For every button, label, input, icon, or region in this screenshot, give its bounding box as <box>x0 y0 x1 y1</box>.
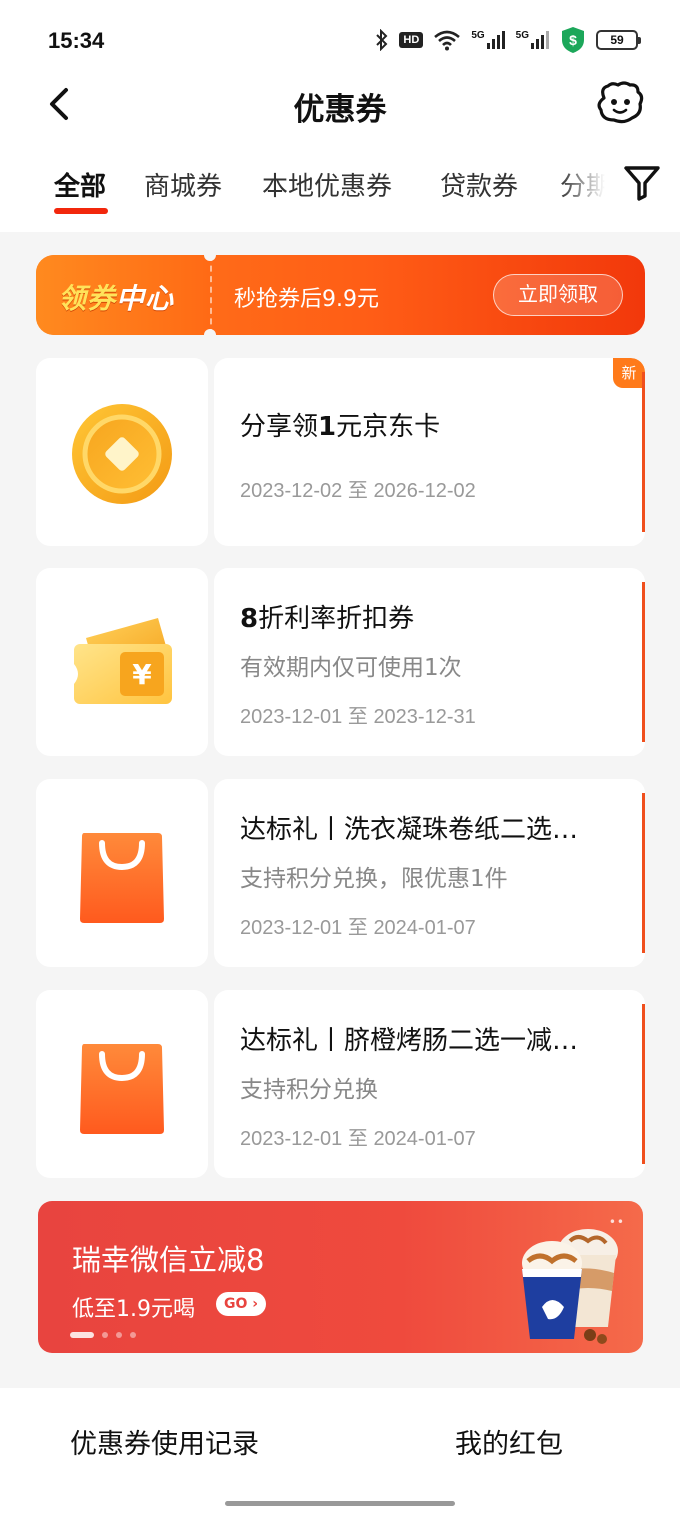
promo-banner[interactable]: 瑞幸微信立减8 低至1.9元喝 GO › •• <box>38 1201 643 1353</box>
coupon-icon-area: ¥ <box>36 568 208 756</box>
coupon-title: 分享领1元京东卡 <box>240 406 624 443</box>
coupon-card[interactable]: 分享领1元京东卡 2023-12-02 至 2026-12-02 新 <box>36 358 645 546</box>
date-end: 2026-12-02 <box>373 480 476 502</box>
signal-5g-icon: 5G <box>471 30 505 50</box>
coupon-center-subtitle: 秒抢券后9.9元 <box>234 287 379 312</box>
coupon-title: 达标礼丨脐橙烤肠二选一减… <box>240 1020 624 1057</box>
coupon-usage-history-link[interactable]: 优惠券使用记录 <box>70 1422 259 1461</box>
date-separator: 至 <box>347 1126 368 1150</box>
tab-mall[interactable]: 商城券 <box>144 166 222 203</box>
shopping-bag-icon <box>80 833 164 923</box>
coupon-title: 8折利率折扣券 <box>240 598 624 635</box>
date-start: 2023-12-02 <box>240 480 343 502</box>
coupon-center-title: 领券中心 <box>58 277 174 317</box>
tab-active-indicator <box>54 208 108 214</box>
date-separator: 至 <box>347 915 368 939</box>
coupon-title-prefix: 达标礼丨洗衣凝珠卷纸二选… <box>240 815 579 845</box>
home-indicator[interactable] <box>225 1501 455 1506</box>
network-label-2: 5G <box>515 30 529 41</box>
security-shield-icon: $ <box>562 27 584 53</box>
date-start: 2023-12-01 <box>240 706 343 728</box>
coupon-tabs: 全部 商城券 本地优惠券 贷款券 分期 <box>0 158 605 222</box>
coupon-title: 达标礼丨洗衣凝珠卷纸二选… <box>240 809 624 846</box>
customer-service-icon[interactable] <box>594 80 646 126</box>
tab-all[interactable]: 全部 <box>54 166 106 203</box>
shopping-bag-icon <box>80 1044 164 1134</box>
coupon-center-title-part1: 领券 <box>58 282 117 315</box>
coupon-center-banner[interactable]: 领券中心 秒抢券后9.9元 立即领取 <box>36 255 645 335</box>
svg-text:¥: ¥ <box>132 658 152 691</box>
coupon-title-suffix: 折利率折扣券 <box>258 604 415 634</box>
coupon-title-bold: 8 <box>240 604 259 634</box>
banner-notch-bottom <box>204 329 216 335</box>
status-time: 15:34 <box>48 28 105 53</box>
wifi-icon <box>434 30 461 51</box>
coupon-card[interactable]: 达标礼丨洗衣凝珠卷纸二选… 支持积分兑换，限优惠1件 2023-12-01 至 … <box>36 779 645 967</box>
carousel-dot <box>116 1332 122 1338</box>
my-red-packets-link[interactable]: 我的红包 <box>455 1422 563 1461</box>
coupon-validity: 2023-12-01 至 2024-01-07 <box>240 911 476 940</box>
carousel-dot <box>102 1332 108 1338</box>
nav-header: 优惠券 <box>0 70 680 140</box>
tab-loan[interactable]: 贷款券 <box>440 166 518 203</box>
coupon-info: 达标礼丨脐橙烤肠二选一减… 支持积分兑换 2023-12-01 至 2024-0… <box>214 990 645 1178</box>
date-separator: 至 <box>347 704 368 728</box>
coupon-description: 有效期内仅可使用1次 <box>240 655 462 681</box>
coupon-title-prefix: 分享领 <box>240 412 319 442</box>
date-start: 2023-12-01 <box>240 1128 343 1150</box>
carousel-dot <box>130 1332 136 1338</box>
coupon-description: 支持积分兑换，限优惠1件 <box>240 866 508 892</box>
svg-text:$: $ <box>569 32 577 48</box>
tab-local[interactable]: 本地优惠券 <box>262 166 392 203</box>
status-bar: 15:34 HD 5G 5G $ 59 <box>0 0 680 80</box>
date-separator: 至 <box>347 478 368 502</box>
coupon-info: 8折利率折扣券 有效期内仅可使用1次 2023-12-01 至 2023-12-… <box>214 568 645 756</box>
coupon-validity: 2023-12-01 至 2024-01-07 <box>240 1122 476 1151</box>
claim-now-button[interactable]: 立即领取 <box>493 274 623 316</box>
promo-go-button[interactable]: GO › <box>216 1292 267 1316</box>
coupon-icon-area <box>36 779 208 967</box>
coupon-validity: 2023-12-02 至 2026-12-02 <box>240 474 476 503</box>
coupon-card[interactable]: ¥ 8折利率折扣券 有效期内仅可使用1次 2023-12-01 至 2023-1… <box>36 568 645 756</box>
coupon-info: 达标礼丨洗衣凝珠卷纸二选… 支持积分兑换，限优惠1件 2023-12-01 至 … <box>214 779 645 967</box>
battery-indicator: 59 <box>596 30 641 50</box>
signal-5g-icon-2: 5G <box>516 30 550 50</box>
coupon-center-label-area: 领券中心 <box>36 255 210 335</box>
coupon-card[interactable]: 达标礼丨脐橙烤肠二选一减… 支持积分兑换 2023-12-01 至 2024-0… <box>36 990 645 1178</box>
bluetooth-icon <box>376 29 388 51</box>
date-start: 2023-12-01 <box>240 917 343 939</box>
carousel-dots <box>70 1332 136 1338</box>
carousel-dot-active <box>70 1332 94 1338</box>
date-end: 2024-01-07 <box>373 1128 476 1150</box>
hd-badge: HD <box>399 32 424 48</box>
date-end: 2023-12-31 <box>373 706 476 728</box>
filter-icon[interactable] <box>620 160 664 204</box>
page-title: 优惠券 <box>293 92 387 128</box>
banner-divider <box>210 255 212 335</box>
network-label-1: 5G <box>471 30 485 41</box>
coupon-title-prefix: 达标礼丨脐橙烤肠二选一减… <box>240 1026 579 1056</box>
new-badge: 新 <box>613 358 645 388</box>
coupon-info: 分享领1元京东卡 2023-12-02 至 2026-12-02 新 <box>214 358 645 546</box>
coupon-icon-area <box>36 358 208 546</box>
coupon-title-suffix: 元京东卡 <box>336 412 441 442</box>
promo-go-label: GO <box>224 1296 248 1312</box>
coupon-icon-area <box>36 990 208 1178</box>
status-icons: HD 5G 5G $ 59 <box>375 26 641 54</box>
promo-subtitle: 低至1.9元喝 <box>72 1297 195 1322</box>
gold-coin-icon <box>72 404 172 504</box>
coupon-title-bold: 1 <box>318 412 337 442</box>
date-end: 2024-01-07 <box>373 917 476 939</box>
tabs-fade <box>560 158 605 218</box>
coffee-cups-image <box>522 1229 618 1344</box>
coupon-center-title-part2: 中心 <box>116 282 175 315</box>
coupon-description: 支持积分兑换 <box>240 1077 378 1103</box>
promo-title: 瑞幸微信立减8 <box>72 1243 265 1277</box>
bottom-bar: 优惠券使用记录 我的红包 <box>0 1388 680 1520</box>
yuan-ticket-icon: ¥ <box>74 618 172 704</box>
coupon-validity: 2023-12-01 至 2023-12-31 <box>240 700 476 729</box>
